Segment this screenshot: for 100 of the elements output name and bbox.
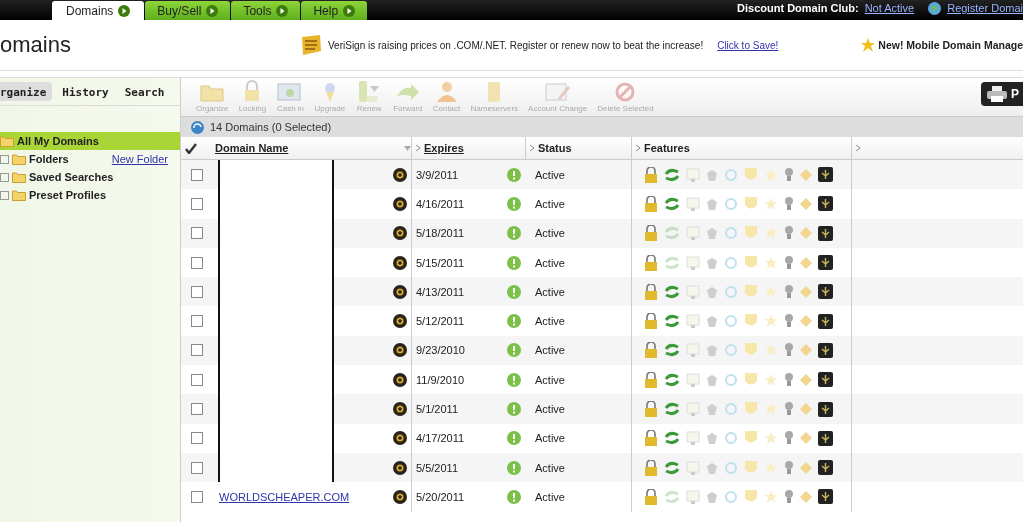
row-checkbox[interactable] — [191, 315, 203, 328]
column-header[interactable]: Expires — [424, 142, 464, 154]
tree-item[interactable]: Folders New Folder — [0, 150, 180, 168]
table-row[interactable]: 5/18/2011 Active — [181, 218, 1023, 248]
magnifier-icon — [724, 402, 738, 416]
light-bulb-icon — [784, 430, 794, 447]
sidebar-tab[interactable]: Search — [118, 82, 171, 101]
gem-icon — [800, 432, 812, 445]
status-text: Active — [535, 197, 565, 210]
register-domain-link[interactable]: Register Domai — [947, 2, 1023, 14]
row-checkbox[interactable] — [191, 227, 203, 240]
row-checkbox[interactable] — [191, 285, 203, 298]
domain-count: 14 Domains (0 Selected) — [210, 121, 332, 133]
row-checkbox[interactable] — [191, 168, 203, 181]
d-badge-icon — [393, 167, 407, 182]
d-badge-icon — [393, 489, 407, 504]
status-text: Active — [535, 461, 565, 474]
click-to-save-link[interactable]: Click to Save! — [717, 39, 779, 51]
chevron-icon — [530, 145, 534, 151]
star-icon — [764, 489, 778, 504]
tree-item-label: Folders — [29, 153, 69, 165]
expiry-date: 11/9/2010 — [416, 373, 465, 386]
tree-item[interactable]: Saved Searches — [0, 168, 180, 186]
gem-icon — [800, 168, 812, 181]
light-bulb-icon — [784, 342, 794, 359]
expand-icon[interactable] — [0, 154, 9, 164]
new-folder-link[interactable]: New Folder — [111, 153, 180, 165]
printer-icon — [987, 86, 1007, 102]
tree-item[interactable]: All My Domains — [0, 132, 180, 150]
status-text: Active — [535, 373, 565, 386]
nav-tab[interactable]: Buy/Sell — [145, 1, 231, 20]
row-checkbox[interactable] — [191, 373, 203, 386]
column-header[interactable]: Domain Name — [215, 142, 289, 154]
row-checkbox[interactable] — [191, 461, 203, 474]
tree-item[interactable]: Preset Profiles — [0, 186, 180, 204]
nav-tab[interactable]: Help — [301, 1, 368, 20]
club-status-link[interactable]: Not Active — [864, 2, 915, 14]
d-badge-icon — [393, 402, 407, 416]
sidebar-tab[interactable]: rganize — [0, 82, 53, 101]
row-checkbox[interactable] — [191, 403, 203, 415]
expiry-date: 5/12/2011 — [416, 315, 465, 328]
nav-tab[interactable]: Domains — [52, 1, 145, 20]
star-icon — [764, 460, 778, 475]
padlock-icon — [644, 371, 658, 388]
row-checkbox[interactable] — [191, 256, 203, 269]
table-row[interactable]: 9/23/2010 Active — [181, 335, 1023, 366]
status-text: Active — [535, 403, 565, 415]
certificate-icon — [686, 284, 700, 299]
magnifier-icon — [724, 196, 738, 211]
table-row[interactable]: WORLDSCHEAPER.COM 5/20/2011 Active — [181, 482, 1023, 512]
folder-icon — [12, 189, 26, 201]
column-header[interactable]: Features — [644, 142, 690, 154]
alert-icon — [507, 489, 521, 504]
folder-icon — [0, 135, 14, 147]
magnifier-icon — [724, 460, 738, 475]
print-button[interactable]: P — [981, 82, 1023, 106]
gem-icon — [800, 256, 812, 269]
table-row[interactable]: 4/13/2011 Active — [181, 277, 1023, 307]
row-checkbox[interactable] — [191, 197, 203, 210]
sidebar-tab[interactable]: History — [56, 82, 115, 101]
check-all-icon[interactable] — [185, 142, 197, 154]
status-text: Active — [535, 285, 565, 298]
status-text: Active — [535, 315, 565, 328]
star-icon — [764, 255, 778, 270]
magnifier-icon — [724, 372, 738, 387]
table-row[interactable]: 5/5/2011 Active — [181, 452, 1023, 483]
gem-icon — [800, 373, 812, 386]
d-badge-icon — [393, 255, 407, 270]
light-bulb-icon — [784, 459, 794, 476]
alert-icon — [507, 460, 521, 475]
expand-icon[interactable] — [0, 172, 9, 182]
table-row[interactable]: 5/1/2011 Active — [181, 394, 1023, 424]
special-offers-icon — [300, 35, 322, 55]
column-header[interactable]: Status — [538, 142, 572, 154]
alert-icon — [507, 284, 521, 299]
alert-icon — [507, 402, 521, 416]
expiry-date: 5/1/2011 — [416, 403, 458, 415]
certificate-icon — [686, 431, 700, 446]
row-checkbox[interactable] — [191, 432, 203, 445]
star-icon — [764, 343, 778, 358]
padlock-icon — [644, 342, 658, 359]
dark-square-icon — [818, 401, 833, 417]
status-text: Active — [535, 168, 565, 181]
refresh-icon[interactable] — [191, 120, 204, 134]
row-checkbox[interactable] — [191, 490, 203, 503]
light-bulb-icon — [784, 195, 794, 212]
light-bulb-icon — [784, 313, 794, 330]
expand-icon[interactable] — [0, 190, 9, 200]
gem-icon — [800, 344, 812, 357]
nav-tab[interactable]: Tools — [231, 1, 301, 20]
alert-icon — [507, 196, 521, 211]
light-bulb-icon — [784, 488, 794, 505]
domain-link[interactable]: WORLDSCHEAPER.COM — [219, 489, 350, 504]
dark-square-icon — [818, 255, 833, 271]
sort-caret-icon[interactable] — [404, 145, 411, 151]
tree-item-label: Saved Searches — [29, 171, 114, 183]
row-checkbox[interactable] — [191, 344, 203, 357]
folder-icon — [12, 171, 26, 183]
table-row[interactable]: 3/9/2011 Active — [181, 160, 1023, 190]
certificate-icon — [686, 402, 700, 416]
